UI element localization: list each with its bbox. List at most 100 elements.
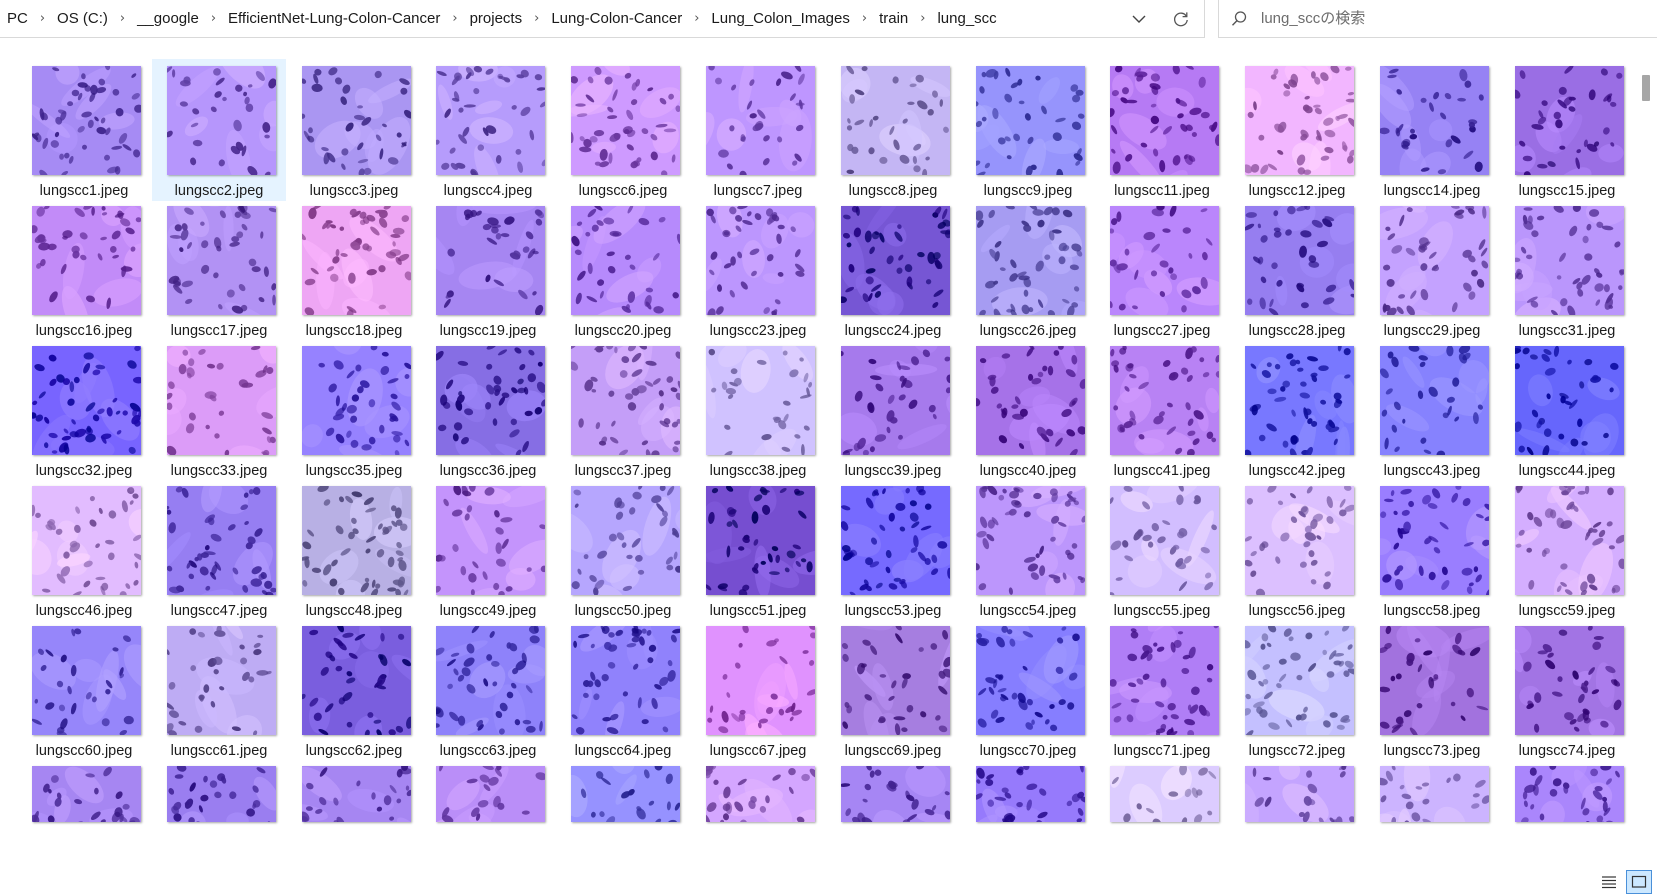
file-item[interactable]: lungscc44.jpeg [1500, 339, 1634, 481]
breadcrumb-item[interactable]: train [876, 10, 911, 27]
large-icons-view-button[interactable] [1626, 870, 1652, 894]
breadcrumb-item[interactable]: Lung_Colon_Images [708, 10, 852, 27]
thumbnail-image [302, 66, 411, 175]
file-item[interactable]: lungscc70.jpeg [961, 619, 1095, 761]
file-item[interactable] [556, 759, 690, 823]
vertical-scrollbar[interactable] [1640, 40, 1657, 868]
file-item[interactable] [1365, 759, 1499, 823]
file-item[interactable] [1230, 759, 1364, 823]
file-item[interactable] [1095, 759, 1229, 823]
file-item[interactable]: lungscc35.jpeg [287, 339, 421, 481]
breadcrumb-separator-icon[interactable]: › [111, 11, 134, 26]
file-item[interactable] [287, 759, 421, 823]
file-item[interactable] [691, 759, 825, 823]
breadcrumb-separator-icon[interactable]: › [911, 11, 934, 26]
file-item[interactable]: lungscc54.jpeg [961, 479, 1095, 621]
file-item[interactable]: lungscc50.jpeg [556, 479, 690, 621]
file-item[interactable]: lungscc62.jpeg [287, 619, 421, 761]
file-item[interactable]: lungscc36.jpeg [421, 339, 555, 481]
file-item[interactable]: lungscc47.jpeg [152, 479, 286, 621]
file-item[interactable]: lungscc56.jpeg [1230, 479, 1364, 621]
file-item[interactable]: lungscc55.jpeg [1095, 479, 1229, 621]
breadcrumb-item[interactable]: OS (C:) [54, 10, 111, 27]
file-item[interactable]: lungscc7.jpeg [691, 59, 825, 201]
file-item[interactable]: lungscc16.jpeg [17, 199, 151, 341]
file-item[interactable]: lungscc61.jpeg [152, 619, 286, 761]
file-item[interactable]: lungscc43.jpeg [1365, 339, 1499, 481]
file-item[interactable]: lungscc8.jpeg [826, 59, 960, 201]
file-item[interactable]: lungscc17.jpeg [152, 199, 286, 341]
file-item[interactable]: lungscc15.jpeg [1500, 59, 1634, 201]
breadcrumb-item[interactable]: Lung-Colon-Cancer [548, 10, 685, 27]
file-item[interactable]: lungscc48.jpeg [287, 479, 421, 621]
file-item[interactable]: lungscc6.jpeg [556, 59, 690, 201]
file-item[interactable]: lungscc1.jpeg [17, 59, 151, 201]
breadcrumb-separator-icon[interactable]: › [853, 11, 876, 26]
search-box[interactable] [1218, 0, 1657, 38]
file-item[interactable]: lungscc9.jpeg [961, 59, 1095, 201]
breadcrumb-separator-icon[interactable]: › [685, 11, 708, 26]
file-item[interactable]: lungscc29.jpeg [1365, 199, 1499, 341]
file-item[interactable]: lungscc67.jpeg [691, 619, 825, 761]
breadcrumb-item[interactable]: lung_scc [934, 10, 999, 27]
file-thumbnail [302, 206, 411, 315]
address-bar[interactable]: PC › OS (C:) › __google › EfficientNet-Lung-Co… [0, 0, 1205, 38]
file-item[interactable]: lungscc14.jpeg [1365, 59, 1499, 201]
file-item[interactable]: lungscc37.jpeg [556, 339, 690, 481]
breadcrumb-separator-icon[interactable]: › [202, 11, 225, 26]
breadcrumb-separator-icon[interactable]: › [31, 11, 54, 26]
file-item[interactable]: lungscc72.jpeg [1230, 619, 1364, 761]
file-item[interactable]: lungscc39.jpeg [826, 339, 960, 481]
file-item[interactable]: lungscc12.jpeg [1230, 59, 1364, 201]
file-item[interactable]: lungscc3.jpeg [287, 59, 421, 201]
breadcrumb-item[interactable]: projects [467, 10, 526, 27]
file-item[interactable]: lungscc41.jpeg [1095, 339, 1229, 481]
search-input[interactable] [1259, 9, 1643, 28]
file-item[interactable]: lungscc33.jpeg [152, 339, 286, 481]
breadcrumb-separator-icon[interactable]: › [525, 11, 548, 26]
file-item[interactable] [421, 759, 555, 823]
breadcrumb-item[interactable]: PC [4, 10, 31, 27]
file-item[interactable]: lungscc38.jpeg [691, 339, 825, 481]
file-item[interactable]: lungscc19.jpeg [421, 199, 555, 341]
file-item[interactable] [1500, 759, 1634, 823]
file-item[interactable]: lungscc24.jpeg [826, 199, 960, 341]
refresh-button[interactable] [1161, 0, 1201, 38]
scrollbar-thumb[interactable] [1642, 75, 1650, 101]
file-item[interactable]: lungscc28.jpeg [1230, 199, 1364, 341]
file-item[interactable] [961, 759, 1095, 823]
breadcrumb-separator-icon[interactable]: › [443, 11, 466, 26]
file-item[interactable] [826, 759, 960, 823]
file-item[interactable]: lungscc46.jpeg [17, 479, 151, 621]
file-item[interactable]: lungscc26.jpeg [961, 199, 1095, 341]
file-item[interactable]: lungscc51.jpeg [691, 479, 825, 621]
file-item[interactable]: lungscc59.jpeg [1500, 479, 1634, 621]
details-view-button[interactable] [1597, 871, 1621, 893]
file-item[interactable]: lungscc49.jpeg [421, 479, 555, 621]
file-item[interactable]: lungscc23.jpeg [691, 199, 825, 341]
file-item[interactable]: lungscc31.jpeg [1500, 199, 1634, 341]
file-item[interactable]: lungscc27.jpeg [1095, 199, 1229, 341]
breadcrumb-item[interactable]: EfficientNet-Lung-Colon-Cancer [225, 10, 443, 27]
file-item[interactable]: lungscc4.jpeg [421, 59, 555, 201]
breadcrumb-item[interactable]: __google [134, 10, 202, 27]
file-item[interactable]: lungscc74.jpeg [1500, 619, 1634, 761]
file-item[interactable]: lungscc63.jpeg [421, 619, 555, 761]
file-item[interactable]: lungscc58.jpeg [1365, 479, 1499, 621]
recent-locations-button[interactable] [1119, 0, 1159, 38]
file-item[interactable]: lungscc71.jpeg [1095, 619, 1229, 761]
file-item[interactable]: lungscc60.jpeg [17, 619, 151, 761]
file-item[interactable]: lungscc2.jpeg [152, 59, 286, 201]
file-item[interactable]: lungscc69.jpeg [826, 619, 960, 761]
file-item[interactable]: lungscc20.jpeg [556, 199, 690, 341]
file-item[interactable]: lungscc73.jpeg [1365, 619, 1499, 761]
file-item[interactable] [17, 759, 151, 823]
file-item[interactable]: lungscc42.jpeg [1230, 339, 1364, 481]
file-item[interactable]: lungscc18.jpeg [287, 199, 421, 341]
file-item[interactable]: lungscc32.jpeg [17, 339, 151, 481]
file-item[interactable]: lungscc40.jpeg [961, 339, 1095, 481]
file-item[interactable] [152, 759, 286, 823]
file-item[interactable]: lungscc53.jpeg [826, 479, 960, 621]
file-item[interactable]: lungscc64.jpeg [556, 619, 690, 761]
file-item[interactable]: lungscc11.jpeg [1095, 59, 1229, 201]
